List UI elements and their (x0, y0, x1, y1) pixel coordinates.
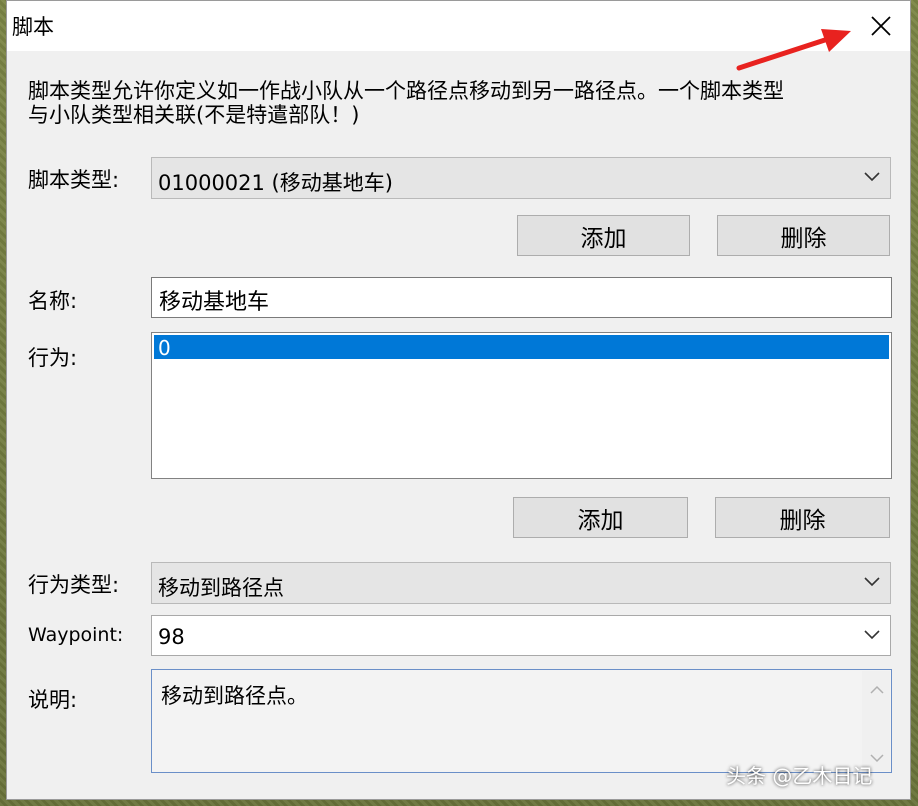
actions-label: 行为: (28, 346, 78, 370)
delete-action-button[interactable]: 删除 (715, 497, 890, 538)
close-button[interactable] (852, 1, 910, 51)
explanation-value: 移动到路径点。 (161, 684, 308, 708)
script-dialog: 脚本 脚本类型允许你定义如一作战小队从一个路径点移动到另一路径点。一个脚本类型 … (6, 0, 911, 800)
action-type-value: 移动到路径点 (158, 576, 284, 600)
delete-script-button[interactable]: 删除 (717, 215, 890, 256)
script-type-value: 01000021 (移动基地车) (158, 171, 393, 195)
window-title: 脚本 (12, 15, 54, 39)
vertical-scrollbar[interactable] (862, 671, 890, 771)
name-input[interactable]: 移动基地车 (151, 277, 892, 318)
chevron-down-icon (864, 172, 880, 182)
chevron-down-icon (864, 577, 880, 587)
scroll-up-icon[interactable] (870, 685, 884, 694)
name-label: 名称: (28, 289, 78, 313)
explanation-label: 说明: (28, 688, 78, 712)
waypoint-value: 98 (158, 625, 185, 649)
add-script-button[interactable]: 添加 (517, 215, 690, 256)
actions-list[interactable]: 0 (151, 332, 892, 479)
chevron-down-icon (864, 630, 880, 640)
waypoint-combobox[interactable]: 98 (151, 615, 891, 656)
name-value: 移动基地车 (159, 290, 270, 315)
action-type-label: 行为类型: (28, 573, 120, 597)
script-type-dropdown[interactable]: 01000021 (移动基地车) (151, 157, 891, 199)
description-text: 脚本类型允许你定义如一作战小队从一个路径点移动到另一路径点。一个脚本类型 与小队… (28, 79, 784, 127)
close-icon (871, 16, 891, 36)
list-item-selected[interactable]: 0 (154, 335, 889, 360)
add-action-button[interactable]: 添加 (513, 497, 688, 538)
list-item-label: 0 (158, 336, 171, 360)
script-type-label: 脚本类型: (28, 168, 120, 192)
action-type-dropdown[interactable]: 移动到路径点 (151, 562, 891, 604)
watermark: 头条 @乙木日记 (726, 764, 873, 788)
explanation-textarea[interactable]: 移动到路径点。 (151, 669, 892, 773)
red-arrow-annotation (736, 29, 851, 71)
waypoint-label: Waypoint: (28, 624, 124, 646)
